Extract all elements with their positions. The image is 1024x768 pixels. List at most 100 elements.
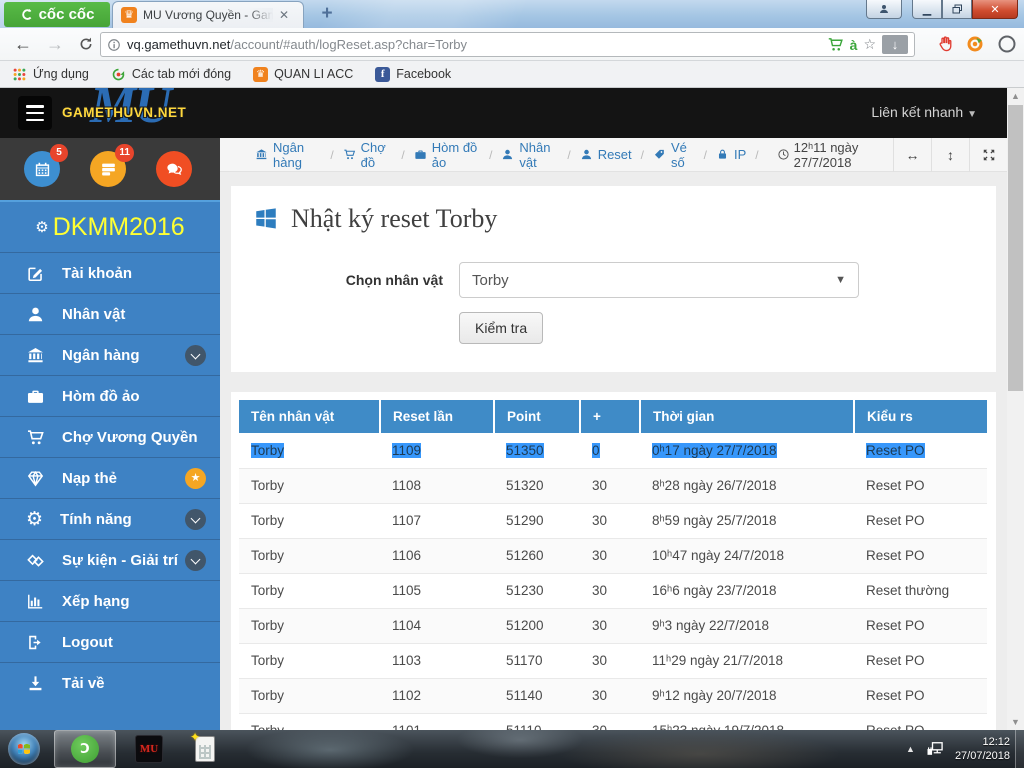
cell-value: 30 [592, 548, 607, 563]
cell-value: Reset PO [866, 653, 925, 668]
coccoc-brand-button[interactable]: cốc cốc [4, 2, 110, 27]
table-cell: 1104 [380, 608, 494, 643]
taskbar-clock[interactable]: 12:12 27/07/2018 [955, 735, 1010, 764]
server-list-notification-button[interactable]: 11 [90, 151, 126, 187]
taskbar-app-button[interactable]: ✦ [182, 730, 228, 768]
sidebar-item-n-p-th-[interactable]: Nạp thẻ★ [0, 457, 220, 498]
breadcrumb-link-nh-n-v-t[interactable]: Nhân vật [501, 140, 558, 170]
taskbar-mu-button[interactable]: MU [126, 730, 172, 768]
bookmark-item[interactable]: fFacebook [375, 67, 451, 82]
breadcrumb-link-v-s-[interactable]: Vé số [653, 140, 695, 170]
resize-vertical-button[interactable]: ↕ [931, 138, 969, 172]
table-cell: 51320 [494, 468, 580, 503]
taskbar-coccoc-button[interactable]: Ↄ [54, 730, 116, 768]
breadcrumb-separator: / [704, 148, 707, 162]
new-tab-button[interactable]: + [312, 5, 342, 25]
table-cell: Reset PO [854, 643, 987, 678]
sidebar-item-ng-n-h-ng[interactable]: Ngân hàng [0, 334, 220, 375]
cell-value: 1109 [392, 443, 421, 458]
cart-extension-icon[interactable] [827, 36, 844, 53]
bookmark-item[interactable]: ♛QUAN LI ACC [253, 67, 353, 82]
page-info-icon[interactable] [107, 38, 121, 52]
chevron-down-icon[interactable] [185, 345, 206, 366]
hamburger-menu-button[interactable] [18, 96, 52, 130]
logout-icon [26, 633, 45, 652]
minimize-button[interactable]: ▁ [912, 0, 942, 19]
close-button[interactable]: ✕ [972, 0, 1018, 19]
cell-value: Reset PO [866, 478, 925, 493]
back-button[interactable]: ← [14, 32, 32, 56]
table-cell: Torby [239, 608, 380, 643]
breadcrumb-link-ch-[interactable]: Chợ đồ [343, 140, 393, 170]
dictionary-icon[interactable]: à [850, 37, 858, 53]
avatar-ring-icon[interactable] [997, 34, 1017, 54]
fullscreen-button[interactable] [969, 138, 1007, 172]
quick-links-dropdown[interactable]: Liên kết nhanh ▼ [871, 104, 977, 120]
check-button[interactable]: Kiểm tra [459, 312, 543, 344]
table-cell: 30 [580, 468, 640, 503]
forward-button[interactable]: → [46, 32, 64, 56]
sidebar-item-x-p-h-ng[interactable]: Xếp hạng [0, 580, 220, 621]
tray-expand-icon[interactable]: ▲ [906, 744, 915, 754]
network-tray-icon[interactable] [925, 739, 945, 759]
download-icon[interactable]: ↓ [882, 35, 908, 54]
calendar-icon [33, 160, 52, 179]
breadcrumb-link-reset[interactable]: Reset [580, 147, 632, 162]
table-cell: 30 [580, 538, 640, 573]
sidebar-item-label: Xếp hạng [62, 593, 206, 610]
table-cell: Reset PO [854, 503, 987, 538]
column-header: Kiểu rs [854, 400, 987, 433]
chevron-down-icon[interactable] [185, 509, 206, 530]
sidebar-item-logout[interactable]: Logout [0, 621, 220, 662]
bookmark-item[interactable]: Ứng dụng [12, 67, 89, 82]
table-row: Torby110451200309ʰ3 ngày 22/7/2018Reset … [239, 608, 987, 643]
breadcrumb-link-ip[interactable]: IP [716, 147, 746, 162]
sidebar-item-nh-n-v-t[interactable]: Nhân vật [0, 293, 220, 334]
site-logo[interactable]: MU GAMETHUVN.NET [62, 88, 212, 138]
scrollbar-thumb[interactable] [1008, 105, 1023, 391]
reset-log-panel: Nhật ký reset Torby Chọn nhân vật Torby … [231, 186, 996, 372]
table-cell: 51230 [494, 573, 580, 608]
scroll-down-icon[interactable]: ▼ [1007, 714, 1024, 730]
bookmark-label: Các tab mới đóng [132, 67, 231, 81]
sidebar-item-t-i-v-[interactable]: Tải về [0, 662, 220, 703]
breadcrumb: Ngân hàng/Chợ đồ/Hòm đồ ảo/Nhân vật/Rese… [220, 138, 1007, 172]
bookmark-star-icon[interactable]: ☆ [863, 36, 876, 53]
start-button[interactable] [8, 733, 40, 765]
reset-log-table-panel: Tên nhân vậtReset lầnPoint+Thời gianKiểu… [231, 392, 996, 730]
table-cell: Torby [239, 573, 380, 608]
adblock-extension-icon[interactable] [936, 35, 954, 53]
clock-icon [777, 148, 790, 161]
breadcrumb-link-ng-n-h-ng[interactable]: Ngân hàng [255, 140, 321, 170]
sidebar-item-s-ki-n-gi-i-tr-[interactable]: Sự kiện - Giải trí [0, 539, 220, 580]
page-scrollbar[interactable]: ▲ ▼ [1007, 88, 1024, 730]
cell-value: 51230 [506, 583, 544, 598]
character-select[interactable]: Torby ▼ [459, 262, 859, 298]
idm-extension-icon[interactable] [966, 35, 984, 53]
maximize-button[interactable] [942, 0, 972, 19]
edit-icon [26, 264, 45, 283]
breadcrumb-separator: / [330, 148, 333, 162]
sidebar-item-t-nh-n-ng[interactable]: ⚙Tính năng [0, 498, 220, 539]
refresh-button[interactable] [78, 36, 94, 52]
bookmark-item[interactable]: Các tab mới đóng [111, 67, 231, 82]
profile-button[interactable] [866, 0, 902, 19]
show-desktop-button[interactable] [1015, 730, 1024, 768]
windows-tile-icon [253, 206, 279, 232]
scroll-up-icon[interactable]: ▲ [1007, 88, 1024, 104]
sidebar-item-h-m-o[interactable]: Hòm đồ ảo [0, 375, 220, 416]
calendar-notification-button[interactable]: 5 [24, 151, 60, 187]
sidebar-item-label: Hòm đồ ảo [62, 388, 206, 405]
sidebar-item-t-i-kho-n[interactable]: Tài khoản [0, 252, 220, 293]
tab-close-icon[interactable]: ✕ [279, 9, 289, 21]
browser-tab[interactable]: ♛ MU Vương Quyền - Gamet ✕ [112, 1, 304, 28]
sidebar-item-ch-v-ng-quy-n[interactable]: Chợ Vương Quyền [0, 416, 220, 457]
url-bar[interactable]: vq.gamethuvn.net/account/#auth/logReset.… [100, 32, 915, 57]
chevron-down-icon[interactable] [185, 550, 206, 571]
cell-value: 9ʰ3 ngày 22/7/2018 [652, 618, 769, 633]
breadcrumb-link-h-m-o[interactable]: Hòm đồ ảo [414, 140, 480, 170]
table-cell: 51110 [494, 713, 580, 730]
resize-horizontal-button[interactable]: ↔ [893, 138, 931, 172]
breadcrumb-separator: / [401, 148, 404, 162]
chat-notification-button[interactable] [156, 151, 192, 187]
